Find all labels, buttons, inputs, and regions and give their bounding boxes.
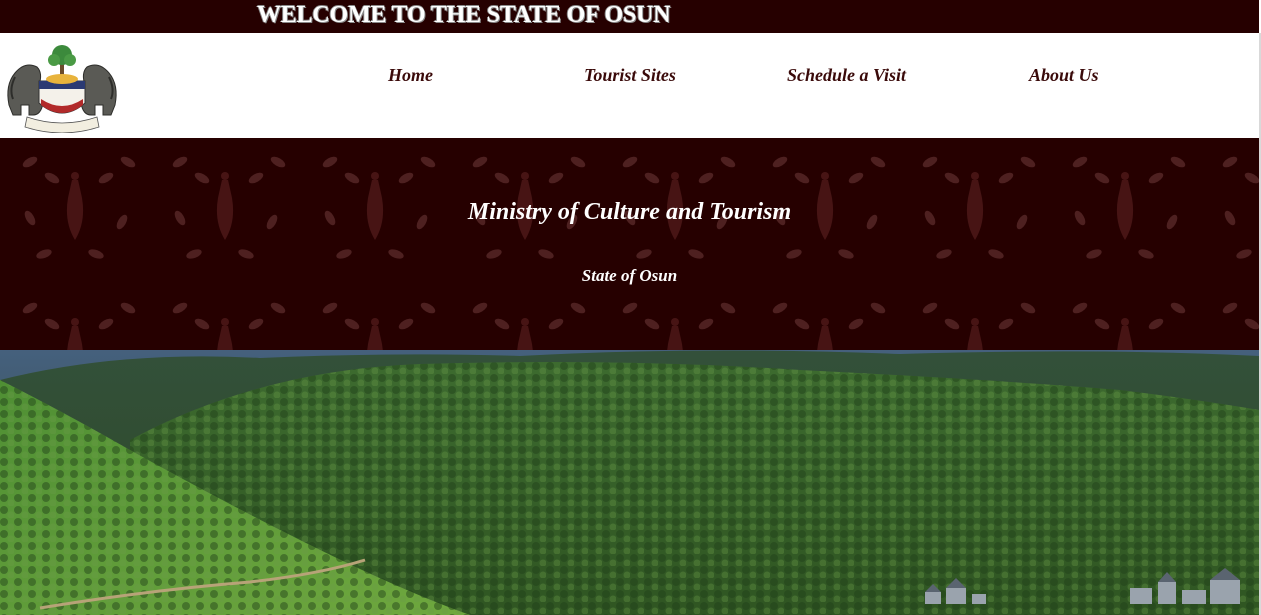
leaf-mask-pattern xyxy=(0,138,1259,350)
nav-about-us-link[interactable]: About Us xyxy=(1029,65,1099,86)
welcome-title: WELCOME TO THE STATE OF OSUN xyxy=(257,2,671,28)
hero-title: Ministry of Culture and Tourism xyxy=(467,199,792,225)
nav-home-link[interactable]: Home xyxy=(388,65,433,86)
nav-schedule-visit-link[interactable]: Schedule a Visit xyxy=(787,65,906,86)
nav-tourist-sites-link[interactable]: Tourist Sites xyxy=(584,65,676,86)
coat-of-arms-logo[interactable] xyxy=(3,43,121,133)
navigation-bar: Home Tourist Sites Schedule a Visit Abou… xyxy=(0,33,1259,138)
hero-subtitle: State of Osun xyxy=(581,266,678,285)
landscape-photo xyxy=(0,350,1259,615)
welcome-banner: WELCOME TO THE STATE OF OSUN xyxy=(0,0,1259,33)
hero-section: Ministry of Culture and Tourism State of… xyxy=(0,138,1259,350)
